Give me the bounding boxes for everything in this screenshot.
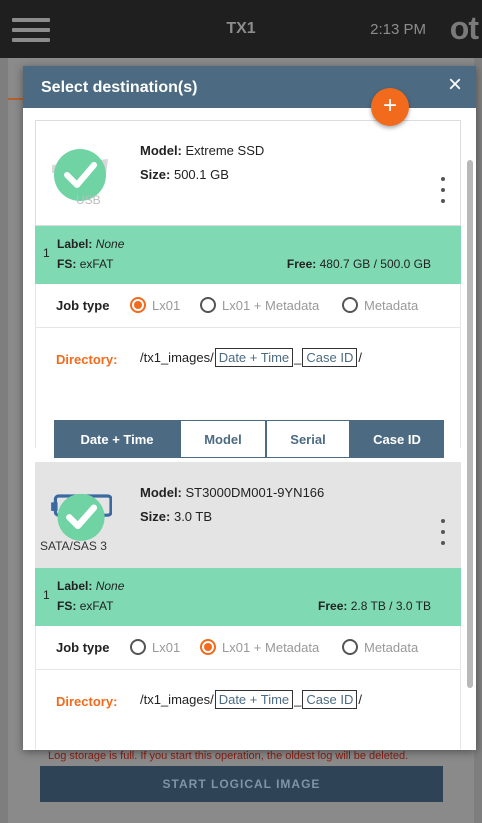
model-button[interactable]: Model [180, 420, 266, 458]
more-options-icon[interactable] [436, 519, 450, 545]
directory-row: Directory: /tx1_images/Date + Time _ Case … [35, 670, 461, 750]
device-type-caption: USB [76, 193, 101, 207]
directory-path: /tx1_images/Date + Time _ Case ID / [140, 690, 362, 709]
destination-card-sata: SATA/SAS 3 Model: ST3000DM001-9YN166 Siz… [35, 462, 461, 750]
dialog-body: USB Model: Extreme SSD Size: 500.1 GB 1 … [23, 108, 476, 750]
close-icon[interactable]: × [448, 73, 462, 97]
scrollbar[interactable] [467, 160, 473, 688]
hdd-selected-check-icon [51, 493, 112, 541]
name-part-buttons: Date + Time Model Serial Case ID [54, 420, 444, 458]
job-type-row: Job type Lx01 Lx01 + Metadata Metadata [35, 626, 461, 670]
job-type-label: Job type [56, 640, 110, 655]
device-size: Size: 3.0 TB [140, 509, 213, 524]
case-id-button[interactable]: Case ID [350, 420, 444, 458]
partition-row[interactable]: 1 Label: None FS: exFAT Free: 2.8 TB / 3… [35, 568, 461, 626]
dir-token-case-id[interactable]: Case ID [302, 348, 358, 367]
background-accent-line [8, 98, 24, 100]
destination-card-usb: USB Model: Extreme SSD Size: 500.1 GB 1 … [35, 120, 461, 458]
device-type-caption: SATA/SAS 3 [40, 539, 107, 553]
select-destination-dialog: Select destination(s) × + USB Model: Ext… [23, 66, 476, 750]
dir-token-date-time[interactable]: Date + Time [214, 690, 294, 709]
partition-number: 1 [43, 588, 50, 602]
serial-button[interactable]: Serial [266, 420, 350, 458]
job-type-label: Job type [56, 298, 110, 313]
directory-label: Directory: [56, 694, 118, 709]
device-model: Model: Extreme SSD [140, 143, 265, 158]
partition-row[interactable]: 1 Label: None FS: exFAT Free: 480.7 GB /… [35, 226, 461, 284]
more-options-icon[interactable] [436, 177, 450, 203]
device-size: Size: 500.1 GB [140, 167, 229, 182]
directory-path: /tx1_images/Date + Time _ Case ID / [140, 348, 362, 367]
add-destination-button[interactable]: + [371, 88, 409, 126]
radio-lx01-metadata[interactable]: Lx01 + Metadata [200, 639, 319, 655]
dir-token-case-id[interactable]: Case ID [302, 690, 358, 709]
radio-lx01[interactable]: Lx01 [130, 639, 180, 655]
logo: ot [449, 10, 479, 46]
log-warning: Log storage is full. If you start this o… [48, 750, 409, 762]
device-info[interactable]: USB Model: Extreme SSD Size: 500.1 GB [35, 120, 461, 226]
directory-row: Directory: /tx1_images/Date + Time _ Case … [35, 328, 461, 458]
dialog-title: Select destination(s) [41, 79, 198, 96]
job-type-row: Job type Lx01 Lx01 + Metadata Metadata [35, 284, 461, 328]
radio-lx01-metadata[interactable]: Lx01 + Metadata [200, 297, 319, 313]
partition-label: Label: None [57, 579, 125, 593]
app-bar: TX1 2:13 PM ot [0, 0, 482, 58]
device-model: Model: ST3000DM001-9YN166 [140, 485, 325, 500]
partition-fs: FS: exFAT [57, 599, 114, 613]
directory-label: Directory: [56, 352, 118, 367]
dir-token-date-time[interactable]: Date + Time [214, 348, 294, 367]
radio-metadata[interactable]: Metadata [342, 639, 418, 655]
partition-free: Free: 2.8 TB / 3.0 TB [318, 599, 431, 613]
date-time-button[interactable]: Date + Time [54, 420, 180, 458]
start-logical-image-button[interactable]: START LOGICAL IMAGE [40, 766, 443, 802]
clock: 2:13 PM [370, 21, 426, 38]
radio-metadata[interactable]: Metadata [342, 297, 418, 313]
radio-lx01[interactable]: Lx01 [130, 297, 180, 313]
device-info[interactable]: SATA/SAS 3 Model: ST3000DM001-9YN166 Siz… [35, 462, 461, 568]
partition-label: Label: None [57, 237, 125, 251]
partition-fs: FS: exFAT [57, 257, 114, 271]
partition-number: 1 [43, 246, 50, 260]
partition-free: Free: 480.7 GB / 500.0 GB [286, 257, 431, 271]
